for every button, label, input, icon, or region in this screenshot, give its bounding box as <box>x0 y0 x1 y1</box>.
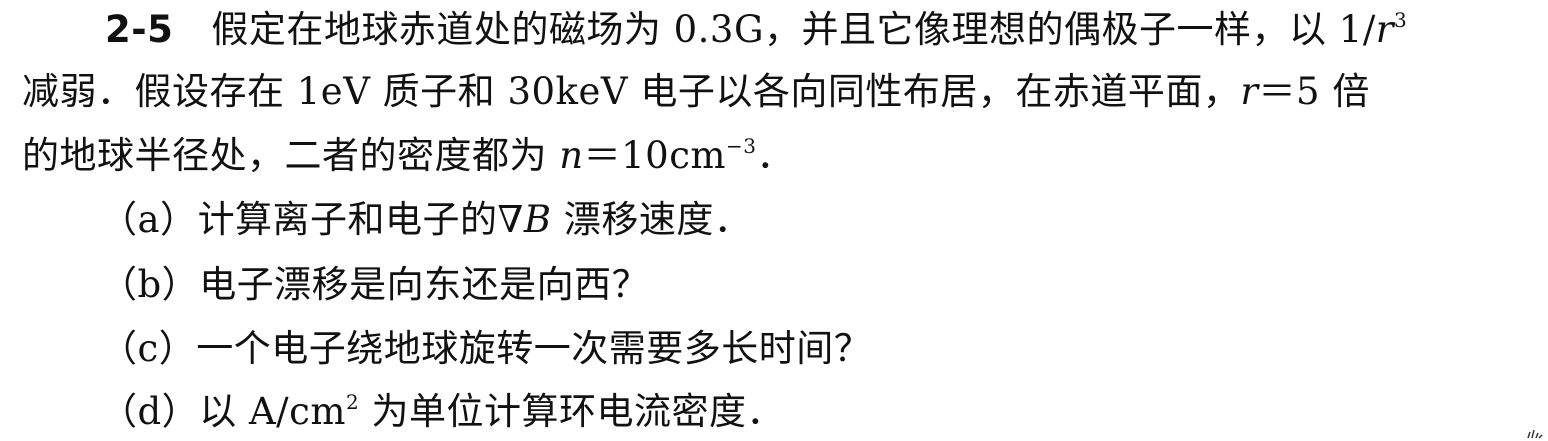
exponent-3: 3 <box>1393 7 1408 32</box>
question-d-text-2: 为单位计算环电流密度． <box>359 390 784 433</box>
question-b: （b）电子漂移是向东还是向西？ <box>100 263 649 307</box>
question-c-text: 一个电子绕地球旋转一次需要多长时间？ <box>196 327 872 370</box>
exponent-2: 2 <box>345 389 360 414</box>
question-a-text-1: 计算离子和电子的∇ <box>197 198 524 241</box>
problem-text-3b: ＝10cm <box>583 134 726 177</box>
problem-text-3a: 的地球半径处，二者的密度都为 <box>22 134 560 177</box>
question-b-text: 电子漂移是向东还是向西？ <box>199 263 650 306</box>
var-r-2: r <box>1240 70 1259 113</box>
exponent-minus-3: −3 <box>726 133 757 158</box>
problem-page: 2-5 假定在地球赤道处的磁场为 0.3G，并且它像理想的偶极子一样，以 1/r3… <box>0 0 1548 441</box>
question-d-text-1: 以 A/cm <box>199 390 346 433</box>
problem-text-3-end: ． <box>756 134 794 177</box>
problem-text-1: 假定在地球赤道处的磁场为 0.3G，并且它像理想的偶极子一样，以 1/ <box>211 8 1376 51</box>
question-a-text-2: 漂移速度． <box>551 198 752 241</box>
question-d: （d）以 A/cm2 为单位计算环电流密度． <box>100 390 784 434</box>
question-a-label: （a） <box>100 198 198 241</box>
var-B: B <box>523 198 552 241</box>
var-n: n <box>559 134 584 177</box>
problem-number: 2-5 <box>105 8 174 51</box>
question-d-label: （d） <box>100 390 200 433</box>
problem-line-2: 减弱．假设存在 1eV 质子和 30keV 电子以各向同性布居，在赤道平面，r＝… <box>22 70 1370 114</box>
problem-text-2b: ＝5 倍 <box>1258 70 1370 113</box>
var-r: r <box>1375 8 1394 51</box>
corner-mark-icon <box>1527 429 1543 439</box>
problem-text-2a: 减弱．假设存在 1eV 质子和 30keV 电子以各向同性布居，在赤道平面， <box>22 70 1241 113</box>
question-b-label: （b） <box>100 263 200 306</box>
problem-line-1: 2-5 假定在地球赤道处的磁场为 0.3G，并且它像理想的偶极子一样，以 1/r3 <box>105 8 1407 52</box>
problem-line-3: 的地球半径处，二者的密度都为 n＝10cm−3． <box>22 134 794 178</box>
question-a: （a）计算离子和电子的∇B 漂移速度． <box>100 198 751 242</box>
question-c: （c）一个电子绕地球旋转一次需要多长时间？ <box>100 327 871 371</box>
question-c-label: （c） <box>100 327 197 370</box>
